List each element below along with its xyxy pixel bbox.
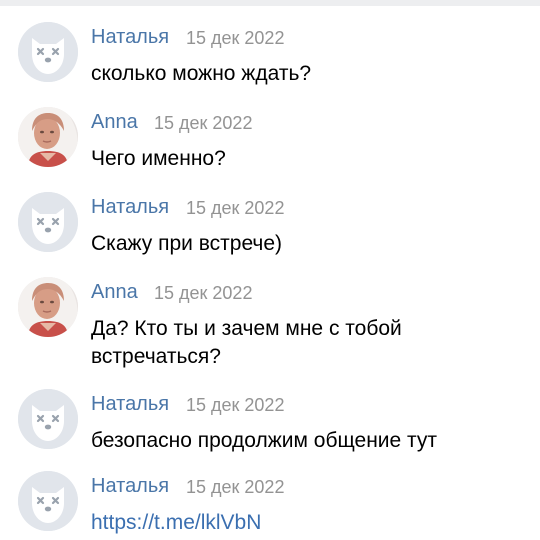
author-name[interactable]: Наталья <box>91 393 169 416</box>
message-date[interactable]: 15 дек 2022 <box>186 198 284 219</box>
message-date[interactable]: 15 дек 2022 <box>186 28 284 49</box>
deactivated-dog-icon[interactable] <box>18 192 78 252</box>
message-text: Скажу при встрече) <box>91 232 283 255</box>
deactivated-dog-icon[interactable] <box>18 389 78 449</box>
message-text: https://t.me/lklVbN <box>91 509 511 537</box>
message-date[interactable]: 15 дек 2022 <box>154 113 252 134</box>
author-name[interactable]: Наталья <box>91 475 169 498</box>
message-text: сколько можно ждать? <box>91 62 312 85</box>
author-name[interactable]: Наталья <box>91 196 169 219</box>
message-text: Да? Кто ты и зачем мне с тобой встречать… <box>91 317 402 368</box>
author-name[interactable]: Anna <box>91 111 138 134</box>
author-name[interactable]: Anna <box>91 281 138 304</box>
author-name[interactable]: Наталья <box>91 26 169 49</box>
message-link[interactable]: https://t.me/lklVbN <box>91 511 261 534</box>
user-avatar[interactable] <box>18 277 78 337</box>
message-date[interactable]: 15 дек 2022 <box>186 395 284 416</box>
top-divider <box>0 0 540 6</box>
user-avatar[interactable] <box>18 107 78 167</box>
message-date[interactable]: 15 дек 2022 <box>154 283 252 304</box>
deactivated-dog-icon[interactable] <box>18 471 78 531</box>
deactivated-dog-icon[interactable] <box>18 22 78 82</box>
message-text: Чего именно? <box>91 147 226 170</box>
message-date[interactable]: 15 дек 2022 <box>186 477 284 498</box>
message-text: безопасно продолжим общение тут <box>91 429 438 452</box>
